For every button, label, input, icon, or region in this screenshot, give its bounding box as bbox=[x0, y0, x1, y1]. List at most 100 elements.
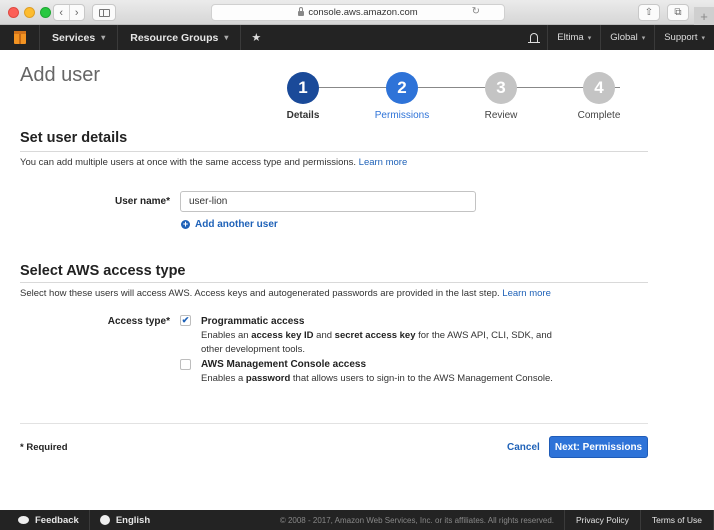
bell-icon bbox=[528, 33, 541, 43]
chevron-down-icon: ▾ bbox=[641, 34, 646, 42]
learn-more-link[interactable]: Learn more bbox=[502, 288, 551, 299]
console-access-checkbox[interactable] bbox=[180, 359, 191, 370]
section-divider bbox=[20, 282, 648, 283]
terms-of-use-link[interactable]: Terms of Use bbox=[641, 510, 714, 530]
chevron-down-icon: ▾ bbox=[701, 34, 705, 42]
nav-right-group: Eltima ▾ Global ▾ Support ▾ bbox=[525, 25, 714, 50]
step-label: Permissions bbox=[374, 110, 430, 121]
desc-emphasis: access key ID bbox=[251, 330, 314, 341]
section-divider bbox=[20, 151, 648, 152]
show-tabs-button[interactable]: ⧉ bbox=[667, 4, 689, 21]
wizard-stepper: 1 Details 2 Permissions 3 Review 4 Compl… bbox=[283, 72, 643, 122]
actions-divider bbox=[20, 423, 648, 424]
speech-bubble-icon bbox=[18, 516, 29, 524]
console-footer: Feedback English © 2008 - 2017, Amazon W… bbox=[0, 510, 714, 530]
support-label: Support bbox=[664, 32, 698, 43]
desc-emphasis: secret access key bbox=[334, 330, 416, 341]
add-another-user-label: Add another user bbox=[195, 219, 278, 230]
language-selector[interactable]: English bbox=[88, 510, 160, 530]
feedback-label: Feedback bbox=[35, 514, 79, 526]
aws-home-logo[interactable] bbox=[0, 25, 40, 50]
plus-circle-icon: + bbox=[181, 219, 190, 229]
minimize-window-button[interactable] bbox=[24, 7, 35, 18]
support-menu[interactable]: Support ▾ bbox=[654, 25, 714, 50]
services-menu[interactable]: Services ▾ bbox=[40, 25, 119, 50]
aws-top-nav: Services ▾ Resource Groups ▾ ★ Eltima ▾ … bbox=[0, 25, 714, 50]
account-menu[interactable]: Eltima ▾ bbox=[547, 25, 600, 50]
console-access-description: Enables a password that allows users to … bbox=[201, 372, 561, 386]
step-label: Details bbox=[286, 110, 320, 121]
chevron-down-icon: ▾ bbox=[224, 33, 229, 42]
share-button[interactable]: ⇧ bbox=[638, 4, 660, 21]
desc-text: that allows users to sign-in to the AWS … bbox=[290, 373, 553, 384]
access-type-label: Access type* bbox=[107, 316, 170, 327]
step-details[interactable]: 1 Details bbox=[263, 72, 343, 121]
user-details-heading: Set user details bbox=[20, 130, 128, 146]
region-menu[interactable]: Global ▾ bbox=[600, 25, 654, 50]
language-label: English bbox=[115, 514, 151, 526]
step-label: Review bbox=[484, 110, 518, 121]
step-review: 3 Review bbox=[461, 72, 541, 121]
reload-icon[interactable]: ↻ bbox=[472, 6, 480, 17]
step-number: 2 bbox=[386, 72, 418, 104]
description-text: You can add multiple users at once with … bbox=[20, 157, 357, 168]
desc-text: Enables an bbox=[201, 330, 252, 341]
notifications-button[interactable] bbox=[525, 25, 547, 50]
privacy-policy-link[interactable]: Privacy Policy bbox=[565, 510, 641, 530]
step-number: 4 bbox=[583, 72, 615, 104]
checkmark-icon: ✔ bbox=[181, 315, 190, 325]
pin-shortcuts-button[interactable]: ★ bbox=[241, 31, 271, 44]
pin-icon: ★ bbox=[251, 32, 262, 44]
services-label: Services bbox=[52, 31, 96, 44]
access-type-heading: Select AWS access type bbox=[20, 263, 186, 279]
plus-icon: + bbox=[700, 8, 708, 24]
programmatic-access-description: Enables an access key ID and secret acce… bbox=[201, 329, 561, 357]
forward-button[interactable]: › bbox=[68, 5, 85, 20]
step-number: 1 bbox=[287, 72, 319, 104]
region-label: Global bbox=[610, 32, 638, 43]
sidebar-icon bbox=[98, 8, 110, 17]
chevron-down-icon: ▾ bbox=[101, 33, 106, 42]
back-button[interactable]: ‹ bbox=[54, 5, 69, 20]
history-nav: ‹ › bbox=[53, 4, 85, 21]
desc-text: Enables a bbox=[201, 373, 246, 384]
url-text: console.aws.amazon.com bbox=[308, 7, 418, 18]
copyright-text: © 2008 - 2017, Amazon Web Services, Inc.… bbox=[280, 510, 566, 530]
programmatic-access-title[interactable]: Programmatic access bbox=[201, 316, 304, 327]
desc-emphasis: password bbox=[245, 373, 291, 384]
add-another-user-button[interactable]: + Add another user bbox=[181, 219, 278, 230]
sidebar-toggle-button[interactable] bbox=[92, 4, 116, 21]
user-name-label: User name* bbox=[114, 196, 170, 207]
step-number: 3 bbox=[485, 72, 517, 104]
feedback-button[interactable]: Feedback bbox=[0, 510, 89, 530]
step-permissions[interactable]: 2 Permissions bbox=[362, 72, 442, 121]
globe-icon bbox=[99, 515, 110, 525]
tabs-icon: ⧉ bbox=[674, 7, 682, 18]
access-type-description: Select how these users will access AWS. … bbox=[20, 288, 551, 299]
resource-groups-menu[interactable]: Resource Groups ▾ bbox=[118, 25, 242, 50]
programmatic-access-checkbox[interactable]: ✔ bbox=[180, 315, 191, 326]
lock-icon bbox=[298, 7, 305, 16]
share-icon: ⇧ bbox=[644, 7, 654, 18]
new-tab-button[interactable]: + bbox=[694, 7, 714, 25]
browser-toolbar: ‹ › console.aws.amazon.com ↻ ⇧ ⧉ + bbox=[0, 0, 714, 25]
address-bar[interactable]: console.aws.amazon.com ↻ bbox=[211, 4, 505, 21]
page-title: Add user bbox=[20, 64, 101, 86]
console-access-title[interactable]: AWS Management Console access bbox=[201, 359, 366, 370]
step-label: Complete bbox=[577, 110, 621, 121]
step-complete: 4 Complete bbox=[559, 72, 639, 121]
aws-cube-icon bbox=[13, 31, 26, 44]
close-window-button[interactable] bbox=[8, 7, 19, 18]
required-note: * Required bbox=[20, 442, 68, 453]
zoom-window-button[interactable] bbox=[40, 7, 51, 18]
description-text: Select how these users will access AWS. … bbox=[20, 288, 500, 299]
chevron-down-icon: ▾ bbox=[587, 34, 592, 42]
cancel-button[interactable]: Cancel bbox=[507, 442, 540, 453]
desc-text: and bbox=[313, 330, 335, 341]
account-label: Eltima bbox=[557, 32, 584, 43]
resource-groups-label: Resource Groups bbox=[130, 31, 219, 44]
user-details-description: You can add multiple users at once with … bbox=[20, 157, 407, 168]
learn-more-link[interactable]: Learn more bbox=[359, 157, 408, 168]
user-name-input[interactable] bbox=[180, 191, 476, 212]
next-permissions-button[interactable]: Next: Permissions bbox=[549, 436, 648, 458]
